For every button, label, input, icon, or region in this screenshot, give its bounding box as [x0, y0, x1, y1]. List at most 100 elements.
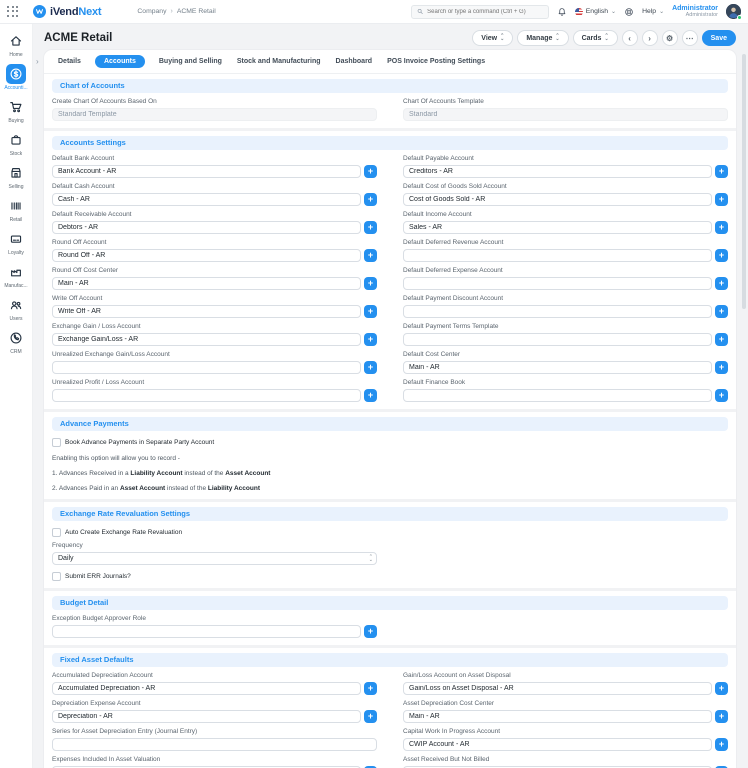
default-payment-terms-template-add-button[interactable]: + — [715, 333, 728, 346]
exception-budget-approver-role-input[interactable] — [52, 625, 361, 638]
auto-create-err-checkbox[interactable] — [52, 528, 61, 537]
support-icon[interactable] — [624, 7, 634, 17]
accumulated-depreciation-account-input[interactable] — [52, 682, 361, 695]
default-payment-terms-template-input[interactable] — [403, 333, 712, 346]
gain-loss-account-on-asset-disposal-add-button[interactable]: + — [715, 682, 728, 695]
default-finance-book-add-button[interactable]: + — [715, 389, 728, 402]
write-off-account-add-button[interactable]: + — [364, 305, 377, 318]
tab-buying-and-selling[interactable]: Buying and Selling — [158, 55, 223, 68]
save-button[interactable]: Save — [701, 30, 736, 46]
gain-loss-account-on-asset-disposal-input[interactable] — [403, 682, 712, 695]
default-deferred-revenue-account-input[interactable] — [403, 249, 712, 262]
book-advance-payments-checkbox[interactable] — [52, 438, 61, 447]
frequency-select[interactable]: Daily ⌃ ⌄ — [52, 552, 377, 565]
sidebar-item-accounti[interactable]: Accounti... — [0, 64, 33, 91]
round-off-account-input[interactable] — [52, 249, 361, 262]
default-deferred-revenue-account-add-button[interactable]: + — [715, 249, 728, 262]
default-cash-account-input[interactable] — [52, 193, 361, 206]
chart-of-accounts-template-input[interactable] — [403, 108, 728, 121]
section-chart-of-accounts: Chart of Accounts Create Chart Of Accoun… — [44, 79, 736, 131]
asset-depreciation-cost-center-add-button[interactable]: + — [715, 710, 728, 723]
create-chart-of-accounts-based-on-input[interactable] — [52, 108, 377, 121]
tab-pos-invoice-posting-settings[interactable]: POS Invoice Posting Settings — [386, 55, 486, 68]
sidebar-item-users[interactable]: Users — [0, 295, 33, 322]
tab-details[interactable]: Details — [57, 55, 82, 68]
next-button[interactable]: › — [641, 30, 658, 46]
help-menu[interactable]: Help ⌄ — [642, 8, 664, 15]
default-deferred-expense-account-add-button[interactable]: + — [715, 277, 728, 290]
unrealized-exchange-gain-loss-account-input[interactable] — [52, 361, 361, 374]
submit-err-journals-checkbox[interactable] — [52, 572, 61, 581]
default-receivable-account-add-button[interactable]: + — [364, 221, 377, 234]
sidebar-item-buying[interactable]: Buying — [0, 97, 33, 124]
asset-depreciation-cost-center-input[interactable] — [403, 710, 712, 723]
sidebar-item-selling[interactable]: Selling — [0, 163, 33, 190]
apps-grid-icon[interactable] — [7, 5, 19, 18]
unrealized-profit-loss-account-input[interactable] — [52, 389, 361, 402]
default-income-account-add-button[interactable]: + — [715, 221, 728, 234]
default-bank-account-add-button[interactable]: + — [364, 165, 377, 178]
round-off-cost-center-add-button[interactable]: + — [364, 277, 377, 290]
breadcrumb-section[interactable]: Company — [137, 8, 166, 15]
frequency-field: Frequency Daily ⌃ ⌄ — [52, 542, 377, 565]
default-income-account-input[interactable] — [403, 221, 712, 234]
breadcrumb-page[interactable]: ACME Retail — [177, 8, 216, 15]
capital-work-in-progress-account-add-button[interactable]: + — [715, 738, 728, 751]
default-payable-account-add-button[interactable]: + — [715, 165, 728, 178]
default-deferred-expense-account-input[interactable] — [403, 277, 712, 290]
brand-logo-icon — [33, 5, 46, 18]
round-off-cost-center-input[interactable] — [52, 277, 361, 290]
settings-button[interactable]: ⚙ — [661, 30, 678, 46]
depreciation-expense-account-add-button[interactable]: + — [364, 710, 377, 723]
default-finance-book-input[interactable] — [403, 389, 712, 402]
sidebar-item-manufac[interactable]: Manufac... — [0, 262, 33, 289]
accumulated-depreciation-account-add-button[interactable]: + — [364, 682, 377, 695]
more-button[interactable]: ⋯ — [681, 30, 698, 46]
language-selector[interactable]: English ⌄ — [574, 7, 616, 16]
tab-stock-and-manufacturing[interactable]: Stock and Manufacturing — [236, 55, 322, 68]
sidebar-item-stock[interactable]: Stock — [0, 130, 33, 157]
default-bank-account-input[interactable] — [52, 165, 361, 178]
prev-button[interactable]: ‹ — [621, 30, 638, 46]
default-receivable-account-input[interactable] — [52, 221, 361, 234]
sidebar-item-retail[interactable]: Retail — [0, 196, 33, 223]
field-label: Asset Depreciation Cost Center — [403, 700, 495, 707]
cards-button[interactable]: Cards ⌃ ⌄ — [572, 30, 618, 46]
user-menu[interactable]: Administrator Administrator — [672, 5, 718, 19]
field-label: Write Off Account — [52, 295, 103, 302]
global-search[interactable] — [410, 4, 549, 19]
round-off-account-add-button[interactable]: + — [364, 249, 377, 262]
default-cost-of-goods-sold-account-add-button[interactable]: + — [715, 193, 728, 206]
series-for-asset-depreciation-entry-journal-entry-input[interactable] — [52, 738, 377, 751]
exception-budget-approver-role-add-button[interactable]: + — [364, 625, 377, 638]
brand-logo[interactable]: iVendNext — [33, 5, 102, 18]
vertical-scrollbar[interactable] — [742, 54, 746, 309]
exchange-gain-loss-account-input[interactable] — [52, 333, 361, 346]
tab-accounts[interactable]: Accounts — [94, 55, 145, 68]
sidebar-item-home[interactable]: Home — [0, 31, 33, 58]
view-button[interactable]: View ⌃ ⌄ — [472, 30, 514, 46]
search-input[interactable] — [427, 8, 543, 15]
frequency-value[interactable]: Daily — [52, 552, 377, 565]
avatar[interactable] — [726, 4, 742, 20]
write-off-account-input[interactable] — [52, 305, 361, 318]
depreciation-expense-account-input[interactable] — [52, 710, 361, 723]
sidebar-item-loyalty[interactable]: Loyalty — [0, 229, 33, 256]
sidebar-expand-icon[interactable]: › — [36, 57, 39, 66]
default-payment-discount-account-input[interactable] — [403, 305, 712, 318]
unrealized-exchange-gain-loss-account-add-button[interactable]: + — [364, 361, 377, 374]
manage-button[interactable]: Manage ⌃ ⌄ — [517, 30, 569, 46]
notifications-bell-icon[interactable] — [557, 7, 567, 17]
tab-dashboard[interactable]: Dashboard — [335, 55, 374, 68]
default-payment-discount-account-add-button[interactable]: + — [715, 305, 728, 318]
exchange-gain-loss-account-add-button[interactable]: + — [364, 333, 377, 346]
capital-work-in-progress-account-input[interactable] — [403, 738, 712, 751]
default-payable-account-input[interactable] — [403, 165, 712, 178]
default-cost-center-add-button[interactable]: + — [715, 361, 728, 374]
default-cash-account-add-button[interactable]: + — [364, 193, 377, 206]
unrealized-profit-loss-account-add-button[interactable]: + — [364, 389, 377, 402]
sidebar-item-crm[interactable]: CRM — [0, 328, 33, 355]
default-cost-center-input[interactable] — [403, 361, 712, 374]
manufacturing-icon — [6, 262, 26, 282]
default-cost-of-goods-sold-account-input[interactable] — [403, 193, 712, 206]
